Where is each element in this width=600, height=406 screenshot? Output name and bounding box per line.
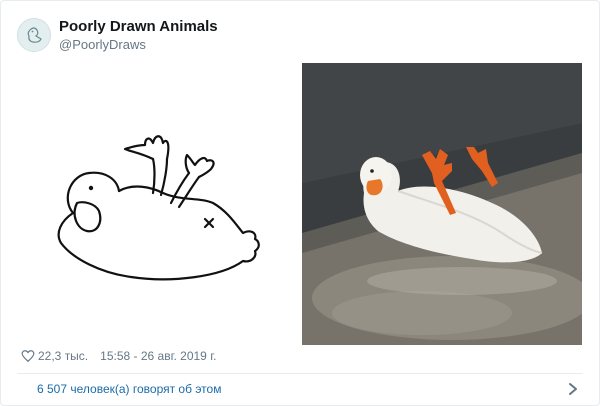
user-handle[interactable]: @PoorlyDraws [59, 36, 218, 53]
tweet-meta: 22,3 тыс. 15:58 - 26 авг. 2019 г. [21, 347, 216, 365]
duck-doodle-avatar-icon [27, 27, 42, 43]
like-count[interactable]: 22,3 тыс. [38, 349, 88, 363]
tweet-header: Poorly Drawn Animals @PoorlyDraws [17, 15, 218, 55]
avatar[interactable] [17, 18, 51, 52]
tweet-timestamp[interactable]: 15:58 - 26 авг. 2019 г. [100, 349, 216, 363]
duck-drawing-image[interactable] [21, 63, 291, 345]
chevron-right-icon[interactable] [567, 382, 579, 396]
display-name[interactable]: Poorly Drawn Animals [59, 18, 218, 36]
heart-icon[interactable] [21, 349, 35, 363]
tweet-card: Poorly Drawn Animals @PoorlyDraws 22,3 т… [0, 0, 600, 406]
duck-photo [302, 63, 582, 345]
author-names: Poorly Drawn Animals @PoorlyDraws [59, 18, 218, 53]
duck-drawing [57, 135, 260, 281]
people-talking-link[interactable]: 6 507 человек(а) говорят об этом [37, 382, 221, 396]
conversation-link[interactable]: 6 507 человек(а) говорят об этом [17, 374, 583, 404]
duck-photo-image[interactable] [302, 63, 582, 345]
